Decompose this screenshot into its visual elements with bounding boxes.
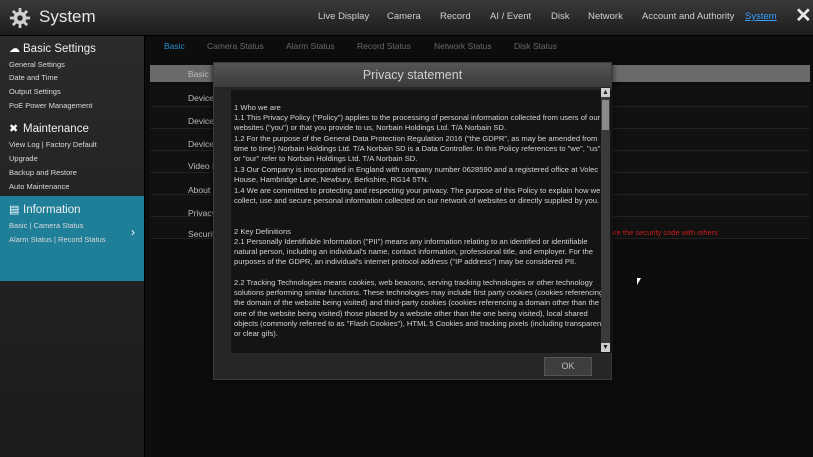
nav-camera[interactable]: Camera: [387, 11, 421, 22]
scroll-down-icon[interactable]: ▼: [601, 343, 610, 352]
nav-live-display[interactable]: Live Display: [318, 11, 369, 22]
row-label: Device: [188, 139, 214, 149]
sidebar: ☁ Basic Settings General Settings Date an…: [0, 36, 145, 457]
chevron-right-icon: ›: [131, 225, 135, 239]
nav-network[interactable]: Network: [588, 11, 623, 22]
sidebar-basic-settings[interactable]: ☁ Basic Settings: [9, 42, 96, 55]
tab-disk-status[interactable]: Disk Status: [514, 41, 557, 51]
info-icon: ▤: [9, 204, 20, 216]
sidebar-information[interactable]: ▤ Information: [9, 203, 81, 216]
privacy-paragraph: 1.1 This Privacy Policy ("Policy") appli…: [234, 113, 601, 133]
sidebar-item-basic-camera-status[interactable]: Basic | Camera Status: [9, 221, 83, 230]
privacy-dialog: Privacy statement 1 Who we are 1.1 This …: [213, 62, 613, 380]
mouse-cursor-icon: [637, 278, 641, 285]
gear-icon: [9, 7, 31, 29]
top-bar: System Live Display Camera Record AI / E…: [0, 0, 813, 36]
dialog-scrollbar[interactable]: ▲ ▼: [601, 88, 610, 352]
privacy-paragraph: 1.4 We are committed to protecting and r…: [234, 186, 601, 206]
ok-button[interactable]: OK: [544, 357, 592, 376]
sidebar-item-poe-power[interactable]: PoE Power Management: [9, 101, 92, 110]
security-warning-text: are the security code with others: [610, 228, 718, 237]
privacy-paragraph: 2.2 Tracking Technologies means cookies,…: [234, 278, 604, 339]
dialog-title: Privacy statement: [214, 63, 611, 87]
row-label: Device: [188, 93, 214, 103]
nav-record[interactable]: Record: [440, 11, 471, 22]
privacy-paragraph: 2 Key Definitions: [234, 227, 291, 236]
sidebar-item-view-log[interactable]: View Log | Factory Default: [9, 140, 97, 149]
nav-disk[interactable]: Disk: [551, 11, 569, 22]
tab-alarm-status[interactable]: Alarm Status: [286, 41, 335, 51]
sidebar-item-alarm-record-status[interactable]: Alarm Status | Record Status: [9, 235, 106, 244]
sidebar-item-output-settings[interactable]: Output Settings: [9, 87, 61, 96]
tab-basic[interactable]: Basic: [164, 41, 185, 51]
tab-record-status[interactable]: Record Status: [357, 41, 411, 51]
row-label: Video I: [188, 161, 215, 171]
sidebar-item-auto-maintenance[interactable]: Auto Maintenance: [9, 182, 69, 191]
sidebar-item-general-settings[interactable]: General Settings: [9, 60, 65, 69]
nav-account-authority[interactable]: Account and Authority: [642, 11, 734, 22]
tab-bar: Basic Camera Status Alarm Status Record …: [150, 37, 813, 55]
tools-icon: ✖: [9, 123, 19, 135]
sidebar-maintenance[interactable]: ✖ Maintenance: [9, 122, 89, 135]
settings-icon: ☁: [9, 43, 20, 55]
privacy-paragraph: 2.1 Personally Identifiable Information …: [234, 237, 593, 267]
scroll-up-icon[interactable]: ▲: [601, 88, 610, 97]
privacy-paragraph: 1.2 For the purpose of the General Data …: [234, 134, 601, 164]
sidebar-item-upgrade[interactable]: Upgrade: [9, 154, 38, 163]
nav-ai-event[interactable]: AI / Event: [490, 11, 531, 22]
tab-network-status[interactable]: Network Status: [434, 41, 492, 51]
row-label: Basic: [188, 69, 209, 79]
row-label: About I: [188, 185, 215, 195]
tab-camera-status[interactable]: Camera Status: [207, 41, 264, 51]
row-label: Device: [188, 116, 214, 126]
close-icon[interactable]: ✕: [795, 6, 812, 26]
sidebar-item-backup-restore[interactable]: Backup and Restore: [9, 168, 77, 177]
sidebar-item-date-time[interactable]: Date and Time: [9, 73, 58, 82]
row-label: Securit: [188, 229, 215, 239]
nav-system[interactable]: System: [745, 11, 777, 22]
app-title: System: [39, 7, 96, 26]
privacy-paragraph: 1.3 Our Company is incorporated in Engla…: [234, 165, 599, 185]
privacy-text-area[interactable]: 1 Who we are 1.1 This Privacy Policy ("P…: [231, 90, 613, 353]
privacy-paragraph: 1 Who we are: [234, 103, 281, 112]
scroll-thumb[interactable]: [602, 100, 609, 130]
